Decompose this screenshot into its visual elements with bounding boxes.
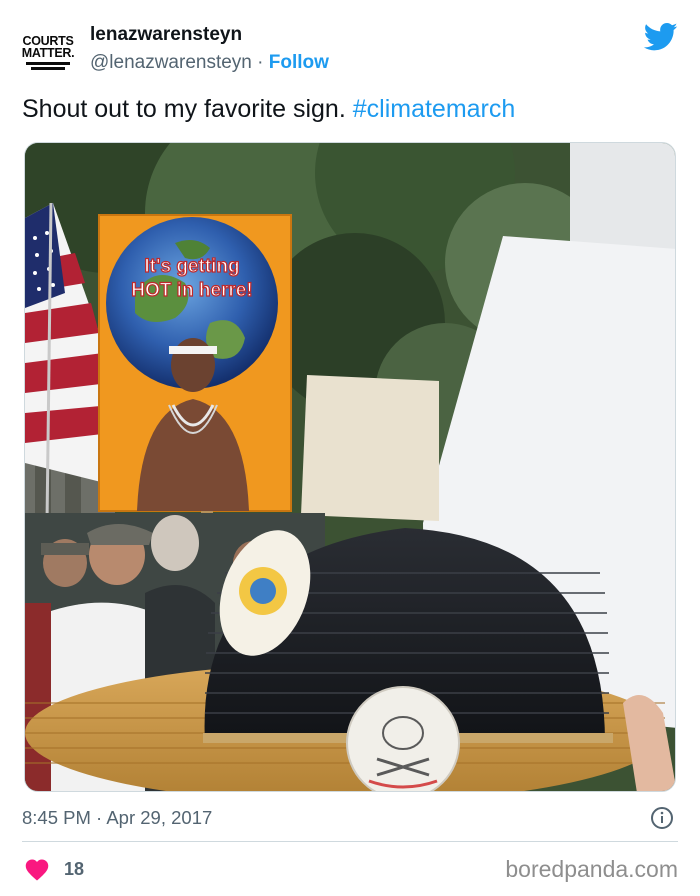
heart-icon[interactable] [24,857,50,881]
tweet-date: Apr 29, 2017 [106,807,213,828]
avatar-stripe [31,66,65,70]
avatar-stripe [26,61,70,65]
tweet-timestamp[interactable]: 8:45 PM · Apr 29, 2017 [22,806,212,830]
tweet-photo[interactable]: It's getting HOT in herre! [24,142,676,792]
divider [22,841,678,842]
photo-climate-march-sign: It's getting HOT in herre! [25,143,675,791]
separator: · [257,52,264,73]
tweet-time: 8:45 PM [22,807,91,828]
tweet-header: COURTS MATTER. lenazwarensteyn @lenazwar… [22,20,678,80]
follow-button[interactable]: Follow [269,52,329,73]
separator: · [96,807,103,828]
tweet-card: COURTS MATTER. lenazwarensteyn @lenazwar… [0,0,700,896]
like-count: 18 [64,858,85,879]
info-icon[interactable] [650,806,674,830]
tweet-text: Shout out to my favorite sign. #climatem… [22,92,515,126]
sign-text-line1: It's getting [144,256,239,277]
avatar-text-matter: MATTER. [21,45,75,60]
hashtag-link[interactable]: #climatemarch [353,95,516,123]
handle-row: @lenazwarensteyn · Follow [90,49,329,77]
tweet-body: Shout out to my favorite sign. [22,95,353,123]
twitter-bird-icon[interactable] [644,22,678,52]
like-action[interactable]: 18 [24,857,84,881]
avatar-text-courts: COURTS [22,33,74,48]
sign-text-line2: HOT in herre! [131,280,252,301]
watermark: boredpanda.com [505,856,678,882]
display-name[interactable]: lenazwarensteyn [90,23,329,47]
author-block: lenazwarensteyn @lenazwarensteyn · Follo… [90,23,329,77]
handle[interactable]: @lenazwarensteyn [90,52,252,73]
avatar[interactable]: COURTS MATTER. [21,26,75,78]
